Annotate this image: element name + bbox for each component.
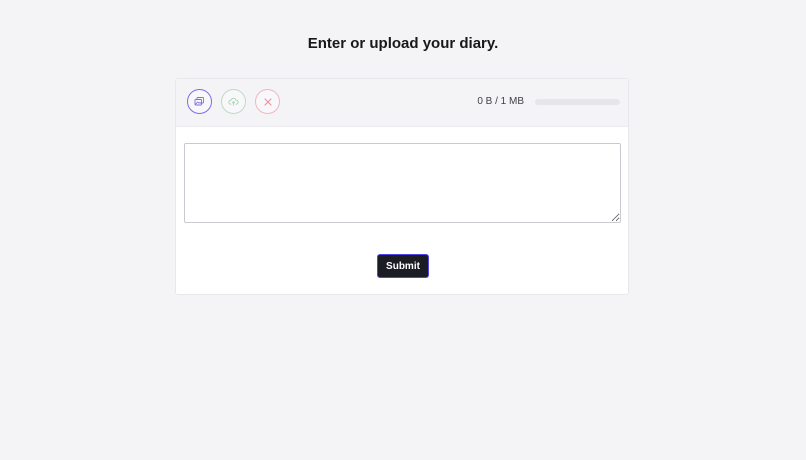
page: Enter or upload your diary. 0 B / 1 MB S… [0,0,806,460]
page-title: Enter or upload your diary. [307,35,499,52]
file-size-text: 0 B / 1 MB [477,96,524,107]
close-icon [263,97,272,106]
submit-button[interactable]: Submit [377,254,429,278]
cloud-upload-icon [228,97,239,106]
images-icon [194,97,204,106]
diary-upload-card: 0 B / 1 MB Submit [175,78,629,295]
upload-progress-bar [535,99,620,105]
upload-toolbar: 0 B / 1 MB [176,79,628,127]
cancel-button[interactable] [255,89,280,114]
upload-button[interactable] [221,89,246,114]
diary-textarea[interactable] [184,143,621,223]
choose-file-button[interactable] [187,89,212,114]
